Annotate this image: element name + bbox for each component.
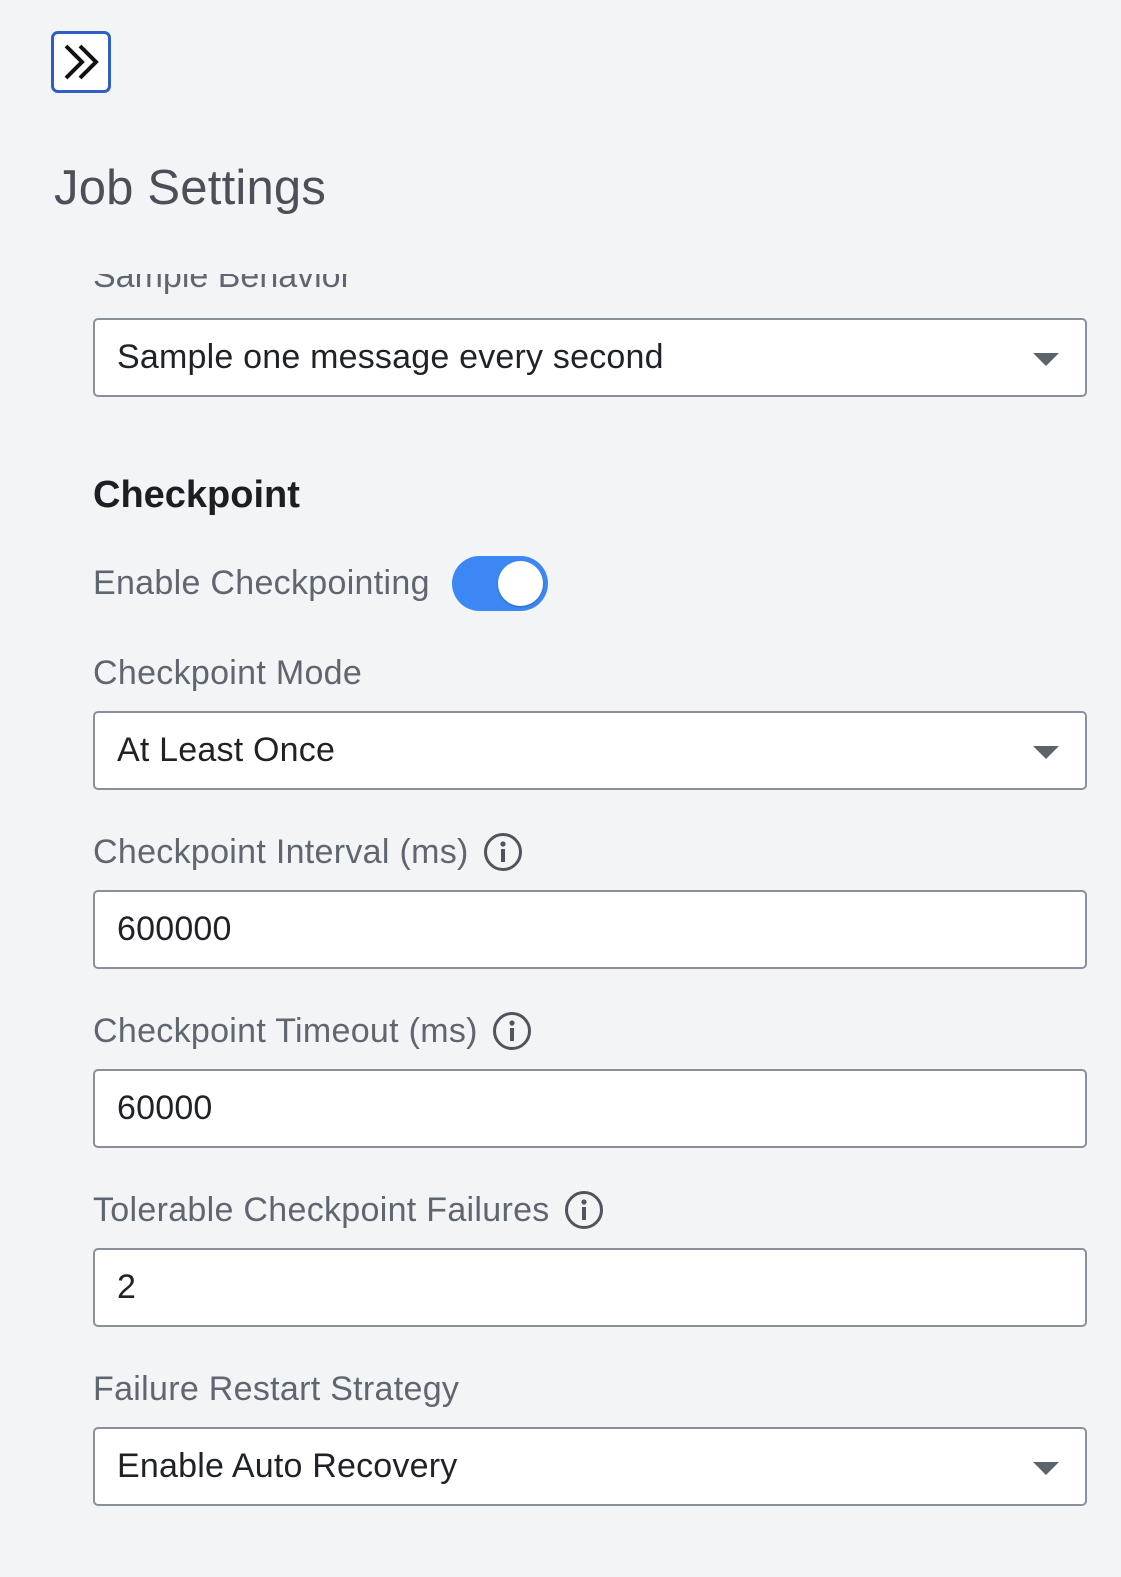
restart-strategy-select[interactable]: Enable Auto Recovery — [93, 1427, 1087, 1506]
checkpoint-interval-value: 600000 — [117, 910, 232, 948]
restart-strategy-label-row: Failure Restart Strategy — [93, 1370, 459, 1409]
info-icon[interactable] — [492, 1011, 532, 1051]
checkpoint-timeout-input[interactable]: 60000 — [93, 1069, 1087, 1148]
caret-down-icon — [1033, 353, 1059, 366]
checkpoint-interval-input[interactable]: 600000 — [93, 890, 1087, 969]
checkpoint-timeout-label-row: Checkpoint Timeout (ms) — [93, 1011, 532, 1051]
double-chevron-right-icon — [64, 44, 99, 80]
checkpoint-timeout-value: 60000 — [117, 1089, 213, 1127]
tolerable-failures-input[interactable]: 2 — [93, 1248, 1087, 1327]
checkpoint-mode-label: Checkpoint Mode — [93, 654, 363, 692]
tolerable-failures-value: 2 — [117, 1268, 137, 1306]
checkpoint-mode-value: At Least Once — [117, 731, 336, 769]
info-icon[interactable] — [564, 1190, 604, 1230]
checkpoint-section-heading: Checkpoint — [93, 474, 300, 516]
sample-behavior-label: Sample Behavior — [93, 274, 352, 295]
expand-panel-button[interactable] — [51, 31, 111, 93]
checkpoint-timeout-label: Checkpoint Timeout (ms) — [93, 1011, 478, 1050]
tolerable-failures-label-row: Tolerable Checkpoint Failures — [93, 1190, 604, 1230]
caret-down-icon — [1033, 746, 1059, 759]
enable-checkpointing-label: Enable Checkpointing — [93, 564, 430, 602]
checkpoint-mode-label-row: Checkpoint Mode — [93, 654, 362, 693]
checkpoint-mode-select[interactable]: At Least Once — [93, 711, 1087, 790]
checkpoint-interval-label: Checkpoint Interval (ms) — [93, 832, 469, 871]
toggle-knob — [497, 561, 543, 606]
settings-scroll-area[interactable]: Sample Behavior Sample one message every… — [0, 274, 1121, 1577]
caret-down-icon — [1033, 1462, 1059, 1475]
page-title: Job Settings — [54, 161, 327, 215]
enable-checkpointing-row: Enable Checkpointing — [93, 556, 548, 611]
restart-strategy-value: Enable Auto Recovery — [117, 1447, 458, 1485]
tolerable-failures-label: Tolerable Checkpoint Failures — [93, 1190, 550, 1229]
sample-behavior-select[interactable]: Sample one message every second — [93, 318, 1087, 397]
enable-checkpointing-toggle[interactable] — [451, 556, 548, 611]
checkpoint-interval-label-row: Checkpoint Interval (ms) — [93, 832, 523, 872]
sample-behavior-value: Sample one message every second — [117, 338, 664, 376]
info-icon[interactable] — [483, 832, 523, 872]
restart-strategy-label: Failure Restart Strategy — [93, 1370, 460, 1408]
